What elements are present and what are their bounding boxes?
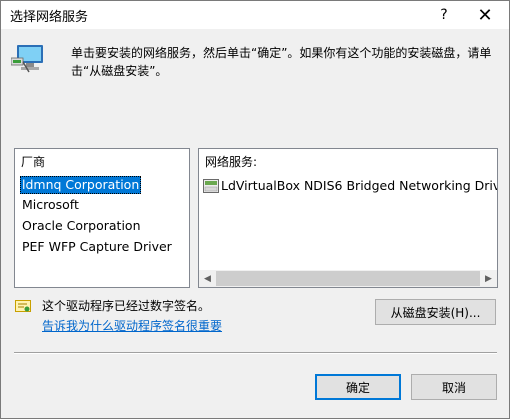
ok-button[interactable]: 确定 bbox=[315, 374, 401, 400]
scroll-left-icon[interactable]: ◀ bbox=[199, 270, 216, 287]
service-list[interactable]: 网络服务: LdVirtualBox NDIS6 Bridged Network… bbox=[198, 148, 498, 288]
vendor-item-microsoft[interactable]: Microsoft bbox=[20, 196, 81, 214]
divider bbox=[14, 352, 497, 354]
vendor-item-pef-wfp[interactable]: PEF WFP Capture Driver bbox=[20, 238, 174, 256]
driver-signing-info-link[interactable]: 告诉我为什么驱动程序签名很重要 bbox=[42, 317, 222, 334]
vendor-list-header: 厂商 bbox=[21, 155, 46, 169]
help-button[interactable]: ? bbox=[426, 1, 462, 29]
scroll-right-icon[interactable]: ▶ bbox=[480, 270, 497, 287]
select-network-service-dialog: 选择网络服务 ? ✕ 单击要安装的网络服务，然后单击“确定”。如果你有这个功能的… bbox=[0, 0, 510, 419]
network-service-icon bbox=[203, 179, 219, 193]
service-item-label: LdVirtualBox NDIS6 Bridged Networking Dr… bbox=[221, 178, 498, 193]
service-item-virtualbox-bridged[interactable]: LdVirtualBox NDIS6 Bridged Networking Dr… bbox=[203, 177, 498, 195]
horizontal-scrollbar[interactable]: ◀ ▶ bbox=[199, 270, 497, 287]
close-button[interactable]: ✕ bbox=[467, 1, 503, 29]
vendor-list[interactable]: 厂商 ldmnq Corporation Microsoft Oracle Co… bbox=[14, 148, 190, 288]
signature-status-text: 这个驱动程序已经过数字签名。 bbox=[42, 299, 211, 313]
signed-driver-icon bbox=[15, 300, 31, 312]
have-disk-button[interactable]: 从磁盘安装(H)... bbox=[375, 299, 496, 325]
vendor-item-oracle[interactable]: Oracle Corporation bbox=[20, 217, 143, 235]
service-list-header: 网络服务: bbox=[205, 155, 258, 169]
vendor-item-ldmnq[interactable]: ldmnq Corporation bbox=[20, 176, 142, 194]
network-service-header-icon bbox=[11, 45, 43, 73]
scrollbar-thumb[interactable] bbox=[216, 271, 480, 286]
dialog-title: 选择网络服务 bbox=[10, 10, 89, 25]
cancel-button[interactable]: 取消 bbox=[411, 374, 497, 400]
title-bar[interactable]: 选择网络服务 ? ✕ bbox=[1, 1, 509, 29]
instructions-text: 单击要安装的网络服务，然后单击“确定”。如果你有这个功能的安装磁盘，请单击“从磁… bbox=[71, 46, 492, 78]
